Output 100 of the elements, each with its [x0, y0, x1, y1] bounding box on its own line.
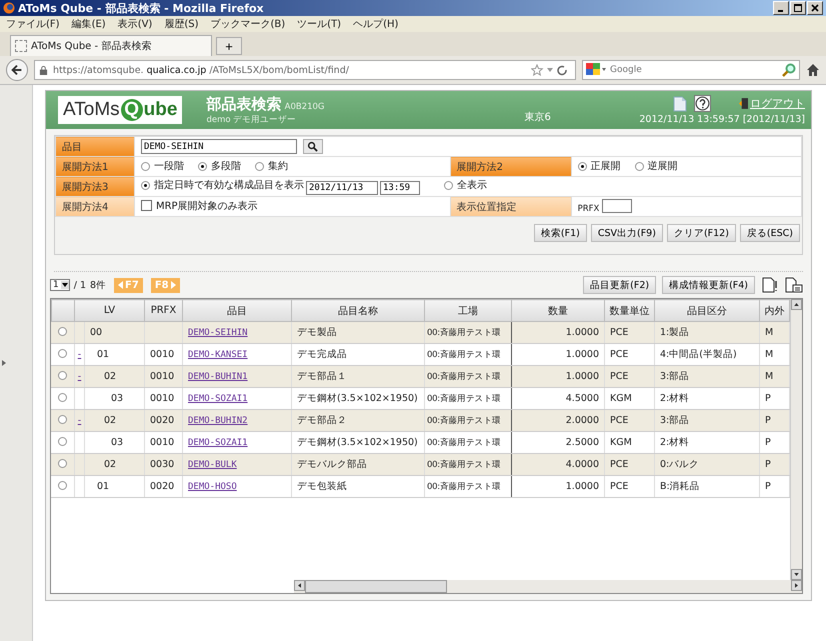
back-arrow-icon: [10, 63, 24, 77]
table-cell: デモ製品: [292, 322, 424, 344]
site-name: 東京6: [524, 110, 551, 124]
table-cell: 0030: [144, 454, 182, 476]
maximize-icon[interactable]: [793, 3, 803, 13]
collapse-toggle[interactable]: -: [78, 349, 82, 360]
radio-option[interactable]: 全表示: [444, 178, 487, 192]
item-link[interactable]: DEMO-KANSEI: [188, 350, 248, 360]
scroll-down-icon[interactable]: [791, 569, 802, 580]
collapse-toggle[interactable]: -: [78, 371, 82, 382]
new-tab-button[interactable]: +: [216, 37, 242, 55]
home-icon[interactable]: [806, 63, 820, 77]
menu-item[interactable]: 編集(E): [72, 17, 106, 31]
menu-item[interactable]: ヘルプ(H): [353, 17, 398, 31]
table-cell: 00: [90, 327, 102, 338]
column-header: 工場: [424, 300, 512, 322]
table-cell: デモ包装紙: [292, 476, 424, 498]
item-code-field[interactable]: DEMO-SEIHIN: [140, 139, 297, 154]
table-cell: PCE: [604, 476, 654, 498]
table-cell: 1.0000: [512, 476, 604, 498]
table-cell: M: [760, 366, 790, 388]
radio-option[interactable]: 一段階: [140, 159, 184, 174]
menu-item[interactable]: ブックマーク(B): [210, 17, 286, 31]
table-cell: 02: [104, 459, 116, 470]
prfx-field[interactable]: [602, 199, 632, 214]
date-time: 2012/11/13 13:59:57 [2012/11/13]: [639, 114, 805, 125]
column-header: 内外: [760, 300, 790, 322]
search-button[interactable]: [302, 139, 323, 154]
action-button[interactable]: CSV出力(F9): [590, 224, 663, 242]
scrollbar-thumb[interactable]: [304, 580, 447, 593]
action-button[interactable]: 検索(F1): [534, 224, 587, 242]
table-cell: 01: [96, 349, 110, 360]
page-count: / 1: [74, 280, 86, 290]
scroll-left-icon[interactable]: [294, 580, 305, 591]
column-header: 品目区分: [654, 300, 760, 322]
scroll-up-icon[interactable]: [791, 299, 802, 310]
scroll-right-icon[interactable]: [791, 580, 802, 591]
item-link[interactable]: DEMO-SOZAI1: [188, 438, 248, 448]
action-button[interactable]: 品目更新(F2): [583, 276, 656, 294]
radio-option[interactable]: 多段階: [198, 159, 241, 174]
search-box[interactable]: Google: [582, 60, 800, 80]
table-cell: 03: [110, 437, 124, 448]
address-bar[interactable]: https://atomsqube. qualica.co.jp /AToMsL5X/bom/bomList/find/: [34, 60, 576, 80]
action-button[interactable]: 戻る(ESC): [740, 224, 800, 242]
table-cell: 0:バルク: [654, 454, 760, 476]
table-cell: 00:斉藤用テスト環: [424, 454, 512, 476]
row-radio[interactable]: [58, 348, 68, 358]
collapse-toggle[interactable]: -: [78, 415, 82, 426]
document-add-icon[interactable]: [785, 277, 803, 293]
row-radio[interactable]: [58, 480, 68, 490]
table-cell: P: [760, 454, 790, 476]
table-cell: 00:斉藤用テスト環: [424, 366, 512, 388]
radio-option[interactable]: 集約: [254, 159, 288, 174]
table-cell: 0010: [144, 366, 182, 388]
field-label: 展開方法1: [55, 156, 134, 176]
back-button[interactable]: [6, 59, 28, 81]
radio-option[interactable]: 正展開: [578, 159, 621, 174]
table-cell: PCE: [604, 366, 654, 388]
item-link[interactable]: DEMO-SOZAI1: [188, 394, 248, 404]
help-icon[interactable]: [694, 95, 711, 112]
close-icon[interactable]: [810, 3, 820, 13]
table-cell: M: [760, 322, 790, 344]
vertical-scrollbar[interactable]: [790, 299, 802, 580]
sidebar-toggle-icon[interactable]: [2, 360, 6, 366]
search-engine-icon[interactable]: [586, 62, 606, 76]
radio-option[interactable]: 逆展開: [634, 159, 678, 174]
row-radio[interactable]: [58, 392, 68, 402]
table-cell: PCE: [604, 454, 654, 476]
table-cell: 0020: [144, 476, 182, 498]
table-cell: PCE: [604, 322, 654, 344]
item-link[interactable]: DEMO-HOSO: [188, 482, 237, 492]
date-field[interactable]: 2012/11/13: [306, 180, 378, 195]
action-button[interactable]: クリア(F12): [666, 224, 736, 242]
row-radio[interactable]: [58, 458, 68, 468]
document-icon[interactable]: [761, 277, 779, 293]
table-cell: 02: [104, 415, 116, 426]
record-count: 8件: [90, 278, 106, 292]
row-radio[interactable]: [58, 326, 68, 336]
browser-tab[interactable]: AToMs Qube - 部品表検索: [10, 35, 212, 56]
field-label: 展開方法2: [450, 156, 572, 176]
page-select[interactable]: 1: [50, 279, 70, 291]
row-radio[interactable]: [58, 370, 68, 380]
action-button[interactable]: 構成情報更新(F4): [662, 276, 755, 294]
table-cell: 00:斉藤用テスト環: [424, 410, 512, 432]
table-cell: 01: [96, 481, 110, 492]
menu-item[interactable]: 表示(V): [118, 17, 152, 31]
radio-option[interactable]: 指定日時で有効な構成品目を表示: [140, 178, 304, 192]
table-cell: デモバルク部品: [292, 454, 424, 476]
row-radio[interactable]: [58, 436, 68, 446]
menu-item[interactable]: ツール(T): [297, 17, 342, 31]
horizontal-scrollbar[interactable]: [294, 580, 802, 593]
search-icon[interactable]: [782, 63, 796, 77]
row-radio[interactable]: [58, 414, 68, 424]
menu-item[interactable]: ファイル(F): [6, 17, 60, 31]
browser-logo-icon: [3, 2, 15, 14]
window-title: AToMs Qube - 部品表検索 - Mozilla Firefox: [18, 0, 265, 16]
column-header: 数量単位: [604, 300, 654, 322]
menu-item[interactable]: 履歴(S): [164, 17, 198, 31]
user-name: demo デモ用ユーザー: [206, 114, 298, 126]
time-field[interactable]: 13:59: [380, 180, 420, 195]
